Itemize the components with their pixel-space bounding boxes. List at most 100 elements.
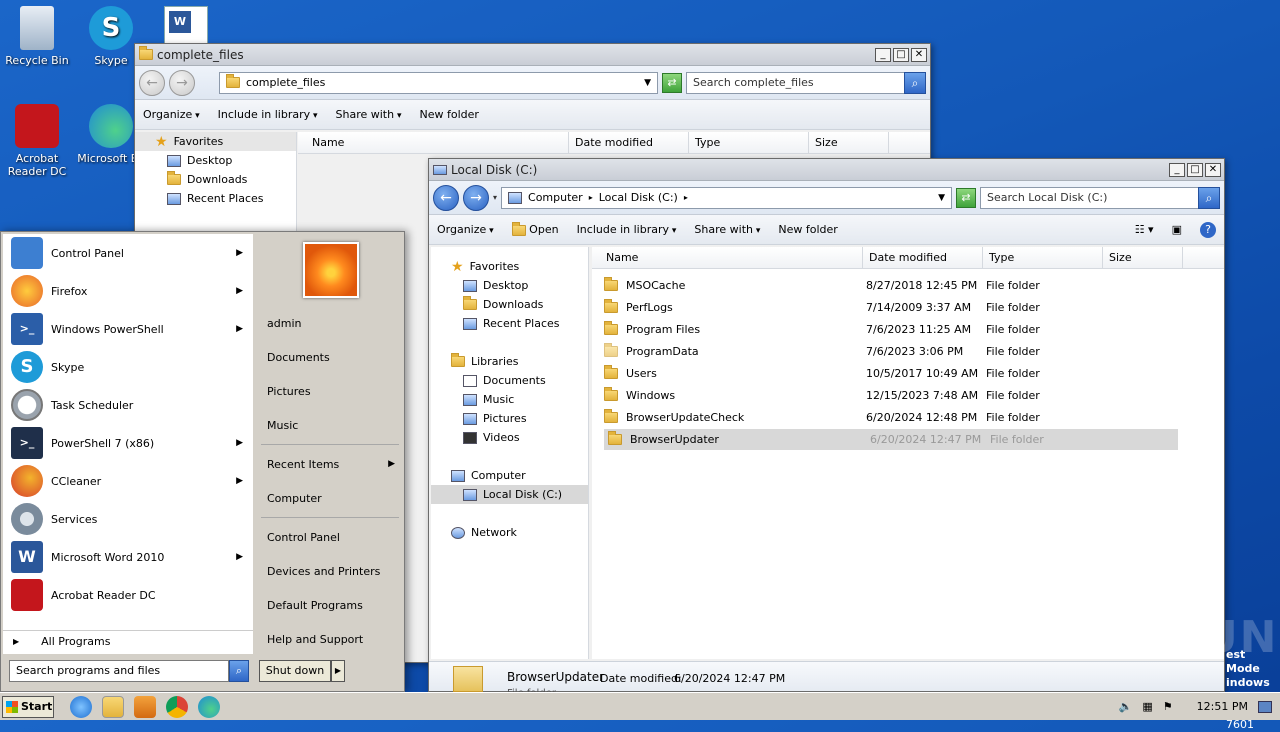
preview-pane-icon[interactable]: ▣ <box>1172 223 1182 236</box>
share-with-menu[interactable]: Share with <box>694 223 760 236</box>
nav-downloads[interactable]: Downloads <box>135 170 296 189</box>
clock[interactable]: 12:51 PM <box>1197 700 1248 713</box>
help-icon[interactable]: ? <box>1200 221 1216 238</box>
col-date[interactable]: Date modified <box>863 247 983 268</box>
program-powershell-7[interactable]: >_ PowerShell 7 (x86) ▶ <box>3 424 253 462</box>
program-skype[interactable]: S Skype <box>3 348 253 386</box>
program-acrobat-reader[interactable]: Acrobat Reader DC <box>3 576 253 614</box>
nav-recent-places[interactable]: Recent Places <box>431 314 588 333</box>
nav-downloads[interactable]: Downloads <box>431 295 588 314</box>
place-recent-items[interactable]: Recent Items ▶ <box>257 447 403 481</box>
table-row[interactable]: ProgramData 7/6/2023 3:06 PM File folder <box>604 341 1178 362</box>
col-type[interactable]: Type <box>689 132 809 153</box>
all-programs[interactable]: ▶ All Programs <box>3 630 253 652</box>
chevron-down-icon[interactable]: ▼ <box>644 78 651 88</box>
col-name[interactable]: Name <box>592 247 863 268</box>
nav-pictures[interactable]: Pictures <box>431 409 588 428</box>
program-task-scheduler[interactable]: Task Scheduler <box>3 386 253 424</box>
place-default-programs[interactable]: Default Programs <box>257 588 403 622</box>
nav-videos[interactable]: Videos <box>431 428 588 447</box>
col-type[interactable]: Type <box>983 247 1103 268</box>
table-row[interactable]: PerfLogs 7/14/2009 3:37 AM File folder <box>604 297 1178 318</box>
ie-icon[interactable] <box>70 695 92 718</box>
col-date[interactable]: Date modified <box>569 132 689 153</box>
complete-files-titlebar[interactable]: complete_files _ □ ✕ <box>135 44 930 66</box>
program-services[interactable]: Services <box>3 500 253 538</box>
place-documents[interactable]: Documents <box>257 340 403 374</box>
minimize-button[interactable]: _ <box>1169 162 1185 177</box>
program-control-panel[interactable]: Control Panel ▶ <box>3 234 253 272</box>
col-size[interactable]: Size <box>809 132 889 153</box>
word-doc-icon[interactable]: W <box>164 6 208 46</box>
organize-menu[interactable]: Organize <box>437 223 494 236</box>
table-row-selected[interactable]: BrowserUpdater 6/20/2024 12:47 PM File fol… <box>604 429 1178 450</box>
nav-favorites[interactable]: ★ Favorites <box>431 257 588 276</box>
organize-menu[interactable]: Organize <box>143 108 200 121</box>
place-control-panel[interactable]: Control Panel <box>257 520 403 554</box>
col-size[interactable]: Size <box>1103 247 1183 268</box>
start-search-input[interactable]: Search programs and files <box>9 660 229 682</box>
desktop-icon-recycle-bin[interactable]: Recycle Bin <box>0 6 74 67</box>
chrome-icon[interactable] <box>166 695 188 718</box>
program-firefox[interactable]: Firefox ▶ <box>3 272 253 310</box>
place-help-support[interactable]: Help and Support <box>257 622 403 656</box>
include-in-library-menu[interactable]: Include in library <box>218 108 318 121</box>
close-button[interactable]: ✕ <box>1205 162 1221 177</box>
search-icon[interactable]: ⌕ <box>1198 186 1220 209</box>
forward-button[interactable]: → <box>169 69 195 96</box>
edge-icon[interactable] <box>198 695 220 718</box>
maximize-button[interactable]: □ <box>1187 162 1203 177</box>
place-computer[interactable]: Computer <box>257 481 403 515</box>
new-folder-button[interactable]: New folder <box>419 108 478 121</box>
refresh-button[interactable]: ⇄ <box>662 72 682 93</box>
nav-music[interactable]: Music <box>431 390 588 409</box>
back-button[interactable]: ← <box>433 184 459 211</box>
shutdown-button[interactable]: Shut down <box>259 660 331 682</box>
search-input[interactable]: Search complete_files ⌕ <box>686 71 926 94</box>
nav-computer[interactable]: Computer <box>431 466 588 485</box>
chevron-down-icon[interactable]: ▼ <box>938 193 945 203</box>
network-tray-icon[interactable]: ▦ <box>1142 700 1152 713</box>
view-options-icon[interactable]: ☷ ▾ <box>1135 223 1154 236</box>
table-row[interactable]: Program Files 7/6/2023 11:25 AM File folde… <box>604 319 1178 340</box>
shutdown-options-button[interactable]: ▶ <box>331 660 345 682</box>
open-button[interactable]: Open <box>511 221 559 236</box>
start-button[interactable]: Start <box>2 695 54 718</box>
table-row[interactable]: Users 10/5/2017 10:49 AM File folder <box>604 363 1178 384</box>
nav-local-disk[interactable]: Local Disk (C:) <box>431 485 588 504</box>
breadcrumb-local-disk[interactable]: Local Disk (C:) <box>599 191 678 204</box>
place-devices-printers[interactable]: Devices and Printers <box>257 554 403 588</box>
search-input[interactable]: Search Local Disk (C:) ⌕ <box>980 186 1220 209</box>
place-admin[interactable]: admin <box>257 306 403 340</box>
breadcrumb-computer[interactable]: Computer <box>528 191 583 204</box>
show-desktop-icon[interactable] <box>1258 700 1272 713</box>
nav-desktop[interactable]: Desktop <box>135 151 296 170</box>
nav-desktop[interactable]: Desktop <box>431 276 588 295</box>
program-windows-powershell[interactable]: >_ Windows PowerShell ▶ <box>3 310 253 348</box>
close-button[interactable]: ✕ <box>911 47 927 62</box>
nav-recent-places[interactable]: Recent Places <box>135 189 296 208</box>
nav-documents[interactable]: Documents <box>431 371 588 390</box>
history-dropdown[interactable]: ▾ <box>493 193 497 202</box>
media-player-icon[interactable] <box>134 695 156 718</box>
place-pictures[interactable]: Pictures <box>257 374 403 408</box>
search-icon[interactable]: ⌕ <box>229 660 249 682</box>
minimize-button[interactable]: _ <box>875 47 891 62</box>
volume-icon[interactable]: 🔈 <box>1119 700 1133 713</box>
table-row[interactable]: MSOCache 8/27/2018 12:45 PM File folder <box>604 275 1178 296</box>
nav-favorites[interactable]: ★ Favorites <box>135 132 296 151</box>
new-folder-button[interactable]: New folder <box>778 223 837 236</box>
local-disk-titlebar[interactable]: Local Disk (C:) _ □ ✕ <box>429 159 1224 181</box>
flag-icon[interactable]: ⚑ <box>1163 700 1173 713</box>
include-in-library-menu[interactable]: Include in library <box>577 223 677 236</box>
refresh-button[interactable]: ⇄ <box>956 187 976 208</box>
share-with-menu[interactable]: Share with <box>336 108 402 121</box>
address-bar[interactable]: complete_files ▼ <box>219 71 658 94</box>
search-icon[interactable]: ⌕ <box>904 71 926 94</box>
maximize-button[interactable]: □ <box>893 47 909 62</box>
back-button[interactable]: ← <box>139 69 165 96</box>
table-row[interactable]: BrowserUpdateCheck 6/20/2024 12:48 PM File… <box>604 407 1178 428</box>
program-ccleaner[interactable]: CCleaner ▶ <box>3 462 253 500</box>
program-word-2010[interactable]: W Microsoft Word 2010 ▶ <box>3 538 253 576</box>
col-name[interactable]: Name <box>298 132 569 153</box>
